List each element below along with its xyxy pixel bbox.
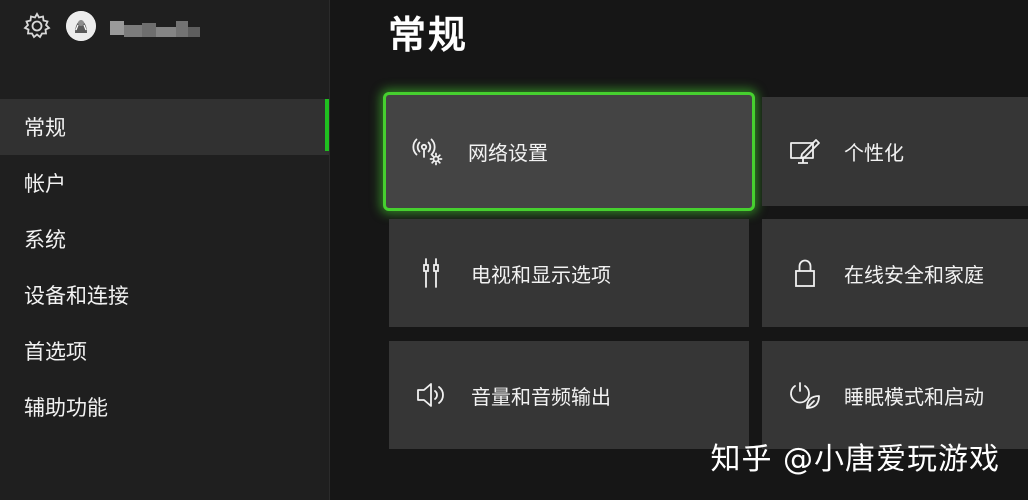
- sidebar-item-label: 常规: [24, 116, 66, 140]
- sidebar: 常规 帐户 系统 设备和连接 首选项 辅助功能: [0, 0, 330, 500]
- tile-label: 音量和音频输出: [471, 384, 611, 409]
- network-settings-icon: [412, 135, 446, 169]
- sidebar-item-label: 系统: [24, 228, 66, 252]
- sidebar-item-system[interactable]: 系统: [0, 211, 330, 267]
- tile-label: 在线安全和家庭: [844, 262, 984, 287]
- power-leaf-icon: [788, 378, 822, 412]
- gamertag-redacted: [110, 15, 200, 37]
- lock-icon: [788, 256, 822, 290]
- tile-sleep-startup[interactable]: 睡眠模式和启动: [762, 341, 1028, 449]
- main-panel: 常规 网络设置 个性化 电视和显示选项 在线安全和家庭 音量和音频输出 睡眠模式…: [330, 0, 1028, 500]
- tile-audio-output[interactable]: 音量和音频输出: [389, 341, 749, 449]
- tile-tv-display[interactable]: 电视和显示选项: [389, 219, 749, 327]
- profile-bar: [22, 10, 200, 42]
- sidebar-item-label: 帐户: [24, 172, 66, 196]
- tile-label: 网络设置: [468, 141, 548, 165]
- sidebar-item-preferences[interactable]: 首选项: [0, 323, 330, 379]
- avatar[interactable]: [66, 11, 96, 41]
- tv-display-icon: [415, 256, 449, 290]
- tile-network-settings[interactable]: 网络设置: [383, 92, 755, 211]
- settings-app: 常规 帐户 系统 设备和连接 首选项 辅助功能 常规 网络设置 个性化 电视和显…: [0, 0, 1028, 500]
- sidebar-item-account[interactable]: 帐户: [0, 155, 330, 211]
- tile-label: 个性化: [844, 141, 904, 165]
- gear-icon[interactable]: [22, 11, 52, 41]
- sidebar-item-label: 设备和连接: [24, 284, 129, 308]
- tile-label: 电视和显示选项: [471, 262, 611, 287]
- tile-personalization[interactable]: 个性化: [762, 97, 1028, 206]
- tile-online-safety[interactable]: 在线安全和家庭: [762, 219, 1028, 327]
- sidebar-item-label: 辅助功能: [24, 396, 108, 420]
- tile-label: 睡眠模式和启动: [844, 384, 984, 409]
- sidebar-item-label: 首选项: [24, 340, 87, 364]
- sidebar-item-general[interactable]: 常规: [0, 99, 330, 155]
- page-title: 常规: [388, 13, 469, 57]
- watermark-text: 知乎 @小唐爱玩游戏: [710, 442, 1000, 477]
- sidebar-item-accessibility[interactable]: 辅助功能: [0, 379, 330, 435]
- personalize-icon: [788, 135, 822, 169]
- sidebar-nav: 常规 帐户 系统 设备和连接 首选项 辅助功能: [0, 99, 330, 435]
- sidebar-item-devices[interactable]: 设备和连接: [0, 267, 330, 323]
- speaker-icon: [415, 378, 449, 412]
